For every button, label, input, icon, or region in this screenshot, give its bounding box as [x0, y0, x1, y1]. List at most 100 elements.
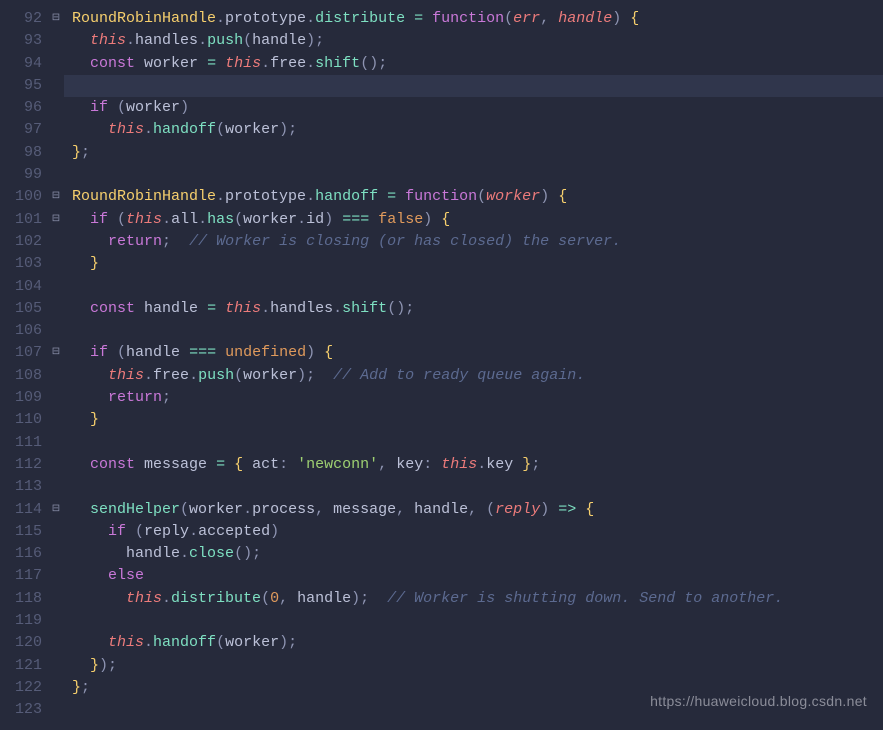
fold-marker[interactable]: ⊟ — [48, 342, 64, 364]
fold-marker — [48, 365, 64, 387]
fold-marker — [48, 53, 64, 75]
line-number: 108 — [0, 365, 42, 387]
code-line[interactable] — [64, 610, 883, 632]
line-number: 100 — [0, 186, 42, 208]
fold-marker — [48, 699, 64, 721]
fold-marker — [48, 454, 64, 476]
fold-column[interactable]: ⊟⊟⊟⊟⊟ — [48, 0, 64, 730]
code-line[interactable]: handle.close(); — [64, 543, 883, 565]
fold-marker — [48, 231, 64, 253]
line-number: 117 — [0, 565, 42, 587]
line-number: 101 — [0, 209, 42, 231]
fold-marker — [48, 97, 64, 119]
code-line[interactable]: const message = { act: 'newconn', key: t… — [64, 454, 883, 476]
code-line[interactable] — [64, 432, 883, 454]
fold-marker — [48, 432, 64, 454]
code-line[interactable]: }; — [64, 142, 883, 164]
code-line[interactable] — [64, 276, 883, 298]
line-number-gutter: 9293949596979899100101102103104105106107… — [0, 0, 48, 730]
code-line[interactable]: RoundRobinHandle.prototype.handoff = fun… — [64, 186, 883, 208]
fold-marker — [48, 521, 64, 543]
line-number: 123 — [0, 699, 42, 721]
line-number: 122 — [0, 677, 42, 699]
line-number: 121 — [0, 655, 42, 677]
fold-marker — [48, 119, 64, 141]
code-line[interactable]: } — [64, 253, 883, 275]
fold-marker — [48, 142, 64, 164]
code-line[interactable]: if (reply.accepted) — [64, 521, 883, 543]
line-number: 98 — [0, 142, 42, 164]
code-editor[interactable]: 9293949596979899100101102103104105106107… — [0, 0, 883, 730]
fold-marker — [48, 610, 64, 632]
fold-marker — [48, 409, 64, 431]
line-number: 109 — [0, 387, 42, 409]
line-number: 96 — [0, 97, 42, 119]
fold-marker — [48, 476, 64, 498]
fold-marker — [48, 164, 64, 186]
code-line[interactable]: else — [64, 565, 883, 587]
line-number: 94 — [0, 53, 42, 75]
line-number: 118 — [0, 588, 42, 610]
fold-marker[interactable]: ⊟ — [48, 499, 64, 521]
line-number: 93 — [0, 30, 42, 52]
fold-marker — [48, 30, 64, 52]
code-line[interactable] — [64, 320, 883, 342]
line-number: 112 — [0, 454, 42, 476]
fold-marker[interactable]: ⊟ — [48, 209, 64, 231]
fold-marker — [48, 543, 64, 565]
code-line[interactable] — [64, 699, 883, 721]
code-area[interactable]: RoundRobinHandle.prototype.distribute = … — [64, 0, 883, 730]
code-line[interactable]: }); — [64, 655, 883, 677]
fold-marker[interactable]: ⊟ — [48, 186, 64, 208]
fold-marker — [48, 75, 64, 97]
code-line[interactable] — [64, 476, 883, 498]
fold-marker — [48, 387, 64, 409]
line-number: 104 — [0, 276, 42, 298]
line-number: 119 — [0, 610, 42, 632]
code-line[interactable]: }; — [64, 677, 883, 699]
code-line[interactable]: this.handoff(worker); — [64, 119, 883, 141]
code-line[interactable]: if (this.all.has(worker.id) === false) { — [64, 209, 883, 231]
line-number: 115 — [0, 521, 42, 543]
line-number: 97 — [0, 119, 42, 141]
fold-marker — [48, 565, 64, 587]
line-number: 116 — [0, 543, 42, 565]
fold-marker — [48, 632, 64, 654]
code-line[interactable]: if (worker) — [64, 97, 883, 119]
code-line[interactable]: return; // Worker is closing (or has clo… — [64, 231, 883, 253]
code-line[interactable]: this.handles.push(handle); — [64, 30, 883, 52]
line-number: 110 — [0, 409, 42, 431]
fold-marker[interactable]: ⊟ — [48, 8, 64, 30]
code-line[interactable]: if (handle === undefined) { — [64, 342, 883, 364]
fold-marker — [48, 588, 64, 610]
line-number: 95 — [0, 75, 42, 97]
line-number: 106 — [0, 320, 42, 342]
fold-marker — [48, 298, 64, 320]
code-line[interactable] — [64, 164, 883, 186]
line-number: 111 — [0, 432, 42, 454]
fold-marker — [48, 677, 64, 699]
line-number: 92 — [0, 8, 42, 30]
code-line[interactable]: this.handoff(worker); — [64, 632, 883, 654]
line-number: 120 — [0, 632, 42, 654]
line-number: 99 — [0, 164, 42, 186]
code-line[interactable]: const handle = this.handles.shift(); — [64, 298, 883, 320]
line-number: 114 — [0, 499, 42, 521]
fold-marker — [48, 655, 64, 677]
line-number: 103 — [0, 253, 42, 275]
line-number: 113 — [0, 476, 42, 498]
code-line[interactable] — [64, 75, 883, 97]
fold-marker — [48, 253, 64, 275]
code-line[interactable]: const worker = this.free.shift(); — [64, 53, 883, 75]
code-line[interactable]: this.free.push(worker); // Add to ready … — [64, 365, 883, 387]
fold-marker — [48, 276, 64, 298]
fold-marker — [48, 320, 64, 342]
code-line[interactable]: return; — [64, 387, 883, 409]
code-line[interactable]: sendHelper(worker.process, message, hand… — [64, 499, 883, 521]
code-line[interactable]: RoundRobinHandle.prototype.distribute = … — [64, 8, 883, 30]
code-line[interactable]: } — [64, 409, 883, 431]
line-number: 107 — [0, 342, 42, 364]
line-number: 105 — [0, 298, 42, 320]
line-number: 102 — [0, 231, 42, 253]
code-line[interactable]: this.distribute(0, handle); // Worker is… — [64, 588, 883, 610]
